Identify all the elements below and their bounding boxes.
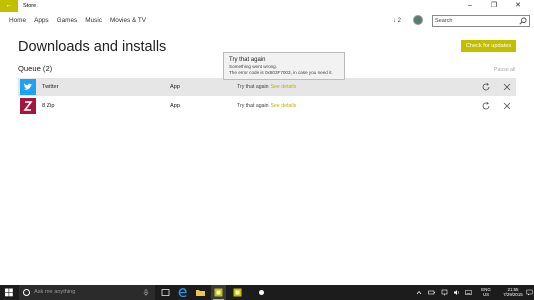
taskbar-store[interactable] bbox=[211, 285, 226, 300]
nav-home[interactable]: Home bbox=[9, 16, 26, 26]
show-hidden-icons-icon[interactable] bbox=[416, 290, 422, 295]
taskbar-edge[interactable] bbox=[175, 285, 190, 300]
edge-icon bbox=[178, 288, 187, 298]
volume-icon[interactable] bbox=[453, 289, 460, 296]
search-icon[interactable] bbox=[519, 17, 527, 25]
downloads-indicator[interactable]: ↓ 2 bbox=[393, 16, 401, 26]
queue-title: Queue (2) bbox=[18, 64, 53, 73]
title-bar: ← Store – ❐ ✕ bbox=[0, 0, 534, 12]
main-nav: Home Apps Games Music Movies & TV bbox=[9, 16, 146, 26]
taskbar-store-2[interactable] bbox=[230, 285, 245, 300]
back-button[interactable]: ← bbox=[0, 0, 18, 12]
taskbar-app[interactable] bbox=[254, 285, 269, 300]
queue-item-type: App bbox=[170, 103, 180, 109]
store-icon bbox=[233, 288, 242, 297]
task-view-button[interactable] bbox=[158, 285, 173, 300]
task-view-icon bbox=[161, 289, 170, 296]
nav-games[interactable]: Games bbox=[57, 16, 78, 26]
cortana-icon bbox=[23, 289, 30, 296]
check-for-updates-button[interactable]: Check for updates bbox=[461, 40, 516, 52]
user-avatar[interactable] bbox=[413, 15, 423, 25]
keyboard-icon[interactable] bbox=[465, 289, 472, 296]
language-indicator[interactable]: ENG US bbox=[479, 287, 493, 297]
search-box bbox=[432, 15, 530, 27]
search-input[interactable] bbox=[435, 16, 517, 26]
tooltip-error-code: The error code is 0x803F7003, in case yo… bbox=[229, 70, 333, 75]
page-title: Downloads and installs bbox=[18, 39, 167, 55]
network-icon[interactable] bbox=[441, 289, 448, 296]
region-code: US bbox=[482, 292, 490, 297]
queue-item-status: Try that again See details bbox=[237, 97, 296, 115]
nav-apps[interactable]: Apps bbox=[34, 16, 49, 26]
taskbar-file-explorer[interactable] bbox=[193, 285, 208, 300]
queue-item-twitter[interactable]: Twitter App Try that again See details bbox=[18, 78, 516, 96]
taskbar: Ask me anything ENG US 21:55 7/29/2015 bbox=[0, 285, 534, 300]
cancel-icon[interactable] bbox=[502, 101, 512, 111]
pause-all-link[interactable]: Pause all bbox=[494, 66, 515, 74]
notifications-icon[interactable] bbox=[526, 289, 533, 296]
clock-date: 7/29/2015 bbox=[503, 292, 523, 297]
clock[interactable]: 21:55 7/29/2015 bbox=[501, 287, 525, 297]
cortana-placeholder: Ask me anything bbox=[34, 289, 76, 295]
queue-item-status: Try that again See details bbox=[237, 78, 296, 96]
queue-item-name: 8 Zip bbox=[42, 103, 55, 109]
queue-item-8zip[interactable]: 8 Zip App Try that again See details bbox=[18, 97, 516, 115]
queue-item-status-text: Try that again bbox=[237, 103, 269, 109]
maximize-button[interactable]: ❐ bbox=[485, 0, 503, 12]
start-button[interactable] bbox=[0, 285, 18, 300]
cortana-search[interactable]: Ask me anything bbox=[19, 285, 155, 300]
nav-music[interactable]: Music bbox=[85, 16, 102, 26]
see-details-link[interactable]: See details bbox=[271, 103, 297, 109]
tooltip-title: Try that again bbox=[229, 57, 266, 63]
windows-logo-icon bbox=[5, 288, 13, 297]
twitter-icon bbox=[20, 79, 36, 95]
nav-movies-tv[interactable]: Movies & TV bbox=[110, 16, 146, 26]
8zip-icon bbox=[20, 98, 36, 114]
folder-icon bbox=[196, 290, 205, 296]
queue-item-type: App bbox=[170, 84, 180, 90]
see-details-link[interactable]: See details bbox=[271, 84, 297, 90]
close-window-button[interactable]: ✕ bbox=[509, 0, 527, 12]
app-title: Store bbox=[23, 3, 37, 9]
cancel-icon[interactable] bbox=[502, 82, 512, 92]
retry-icon[interactable] bbox=[481, 101, 491, 111]
microphone-icon[interactable] bbox=[143, 289, 149, 296]
retry-icon[interactable] bbox=[481, 82, 491, 92]
battery-icon[interactable] bbox=[428, 289, 435, 296]
minimize-button[interactable]: – bbox=[461, 0, 479, 12]
error-tooltip: Try that again Something went wrong. The… bbox=[223, 52, 345, 80]
queue-item-name: Twitter bbox=[42, 84, 59, 90]
store-icon bbox=[214, 288, 223, 297]
queue-item-status-text: Try that again bbox=[237, 84, 269, 90]
app-circle-icon bbox=[259, 290, 264, 295]
